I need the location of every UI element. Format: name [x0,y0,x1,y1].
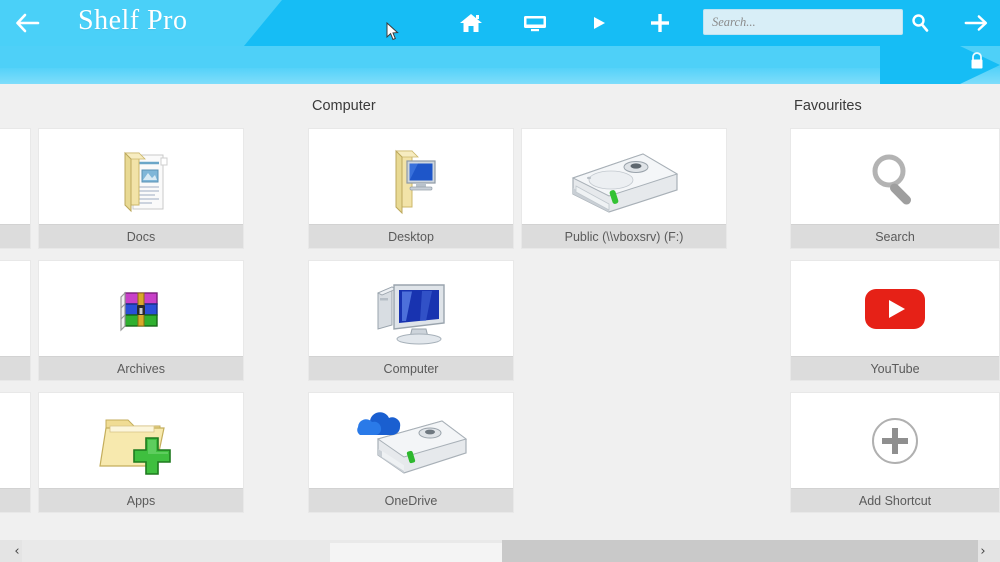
column-title-favourites: Favourites [794,98,862,114]
blank-icon [0,393,30,488]
winrar-archive-icon [39,261,243,356]
tile-docs[interactable]: Docs [38,128,244,249]
add-folder-icon [39,393,243,488]
hard-drive-icon [522,129,726,224]
tile-search[interactable]: Search [790,128,1000,249]
column-title-computer: Computer [312,98,376,114]
column-drives: Public (\\vboxsrv) (F:) [521,84,727,260]
magnifier-icon[interactable] [906,10,934,36]
tile-label [0,224,30,248]
tile-label: Apps [39,488,243,512]
scrollbar-thumb-secondary[interactable] [330,543,502,562]
tile-partial-2[interactable] [0,260,31,381]
documents-folder-icon [39,129,243,224]
monitor-icon[interactable] [521,10,549,36]
lock-icon[interactable] [968,50,986,72]
tile-label: YouTube [791,356,999,380]
youtube-icon [791,261,999,356]
column-title-partial [0,84,31,128]
search-box[interactable] [703,9,903,35]
home-icon[interactable] [457,10,485,36]
tile-label: Docs [39,224,243,248]
tile-partial-3[interactable] [0,392,31,513]
tile-label: Search [791,224,999,248]
tile-label: Add Shortcut [791,488,999,512]
magnifier-icon [791,129,999,224]
column-partial [0,84,31,524]
blank-icon [0,129,30,224]
scrollbar-track-right[interactable] [670,540,978,562]
tile-label [0,488,30,512]
search-input[interactable] [703,9,903,35]
column-title-left [38,84,244,128]
onedrive-drive-icon [309,393,513,488]
tile-desktop[interactable]: Desktop [308,128,514,249]
tile-partial-1[interactable] [0,128,31,249]
tile-add-shortcut[interactable]: Add Shortcut [790,392,1000,513]
mouse-cursor [386,21,399,46]
desktop-folder-icon [309,129,513,224]
column-title-drives [521,84,727,128]
column-favourites: Favourites Search YouTube Add Shortcut [790,84,1000,524]
tile-onedrive[interactable]: OneDrive [308,392,514,513]
horizontal-scrollbar[interactable]: ‹ › [0,540,1000,562]
back-arrow-icon[interactable] [12,9,42,37]
tile-label: Computer [309,356,513,380]
column-computer: Computer Desktop Computer OneDrive [308,84,514,524]
scroll-right-icon[interactable]: › [972,540,994,562]
tile-archives[interactable]: Archives [38,260,244,381]
app-header: Shelf Pro [0,0,1000,84]
shelf-content: Docs Archives Apps Computer Desktop Comp… [0,84,1000,532]
circle-plus-icon [791,393,999,488]
play-icon[interactable] [585,10,613,36]
tile-label: Public (\\vboxsrv) (F:) [522,224,726,248]
scroll-left-icon[interactable]: ‹ [6,540,28,562]
page-title: Shelf Pro [78,5,188,36]
tile-label: OneDrive [309,488,513,512]
header-gradient-strip [0,68,1000,84]
column-left: Docs Archives Apps [38,84,244,524]
blank-icon [0,261,30,356]
content-bottom-strip [0,532,1000,540]
tile-label: Archives [39,356,243,380]
tile-apps[interactable]: Apps [38,392,244,513]
computer-monitor-icon [309,261,513,356]
scrollbar-thumb[interactable] [502,540,670,562]
forward-arrow-icon[interactable] [963,10,991,36]
tile-youtube[interactable]: YouTube [790,260,1000,381]
tile-public-drive[interactable]: Public (\\vboxsrv) (F:) [521,128,727,249]
tile-label: Desktop [309,224,513,248]
tile-label [0,356,30,380]
plus-icon[interactable] [646,10,674,36]
tile-computer[interactable]: Computer [308,260,514,381]
